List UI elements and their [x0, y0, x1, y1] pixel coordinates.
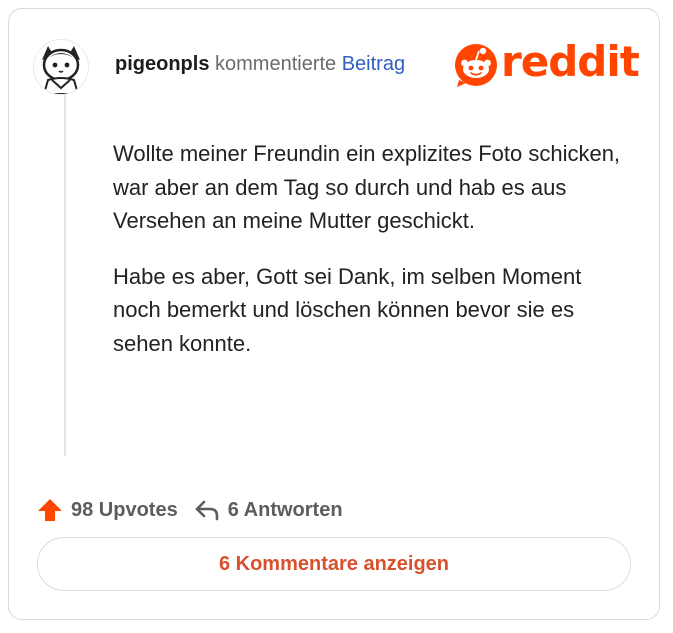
avatar-image	[34, 40, 88, 94]
upvote-count: 98 Upvotes	[71, 498, 178, 521]
comment-header: pigeonpls kommentierte Beitrag	[115, 53, 405, 76]
reddit-logo: reddit	[453, 37, 640, 91]
reply-count: 6 Antworten	[227, 498, 343, 521]
thread-line	[64, 89, 66, 456]
comment-paragraph-1: Wollte meiner Freundin ein explizites Fo…	[113, 141, 621, 233]
upvote-arrow-icon[interactable]	[37, 497, 63, 523]
show-comments-button[interactable]: 6 Kommentare anzeigen	[37, 537, 631, 591]
comment-stats: 98 Upvotes 6 Antworten	[37, 495, 343, 525]
comment-body: Wollte meiner Freundin ein explizites Fo…	[113, 137, 633, 382]
avatar[interactable]	[33, 39, 89, 95]
comment-card: pigeonpls kommentierte Beitrag reddit Wo…	[8, 8, 660, 620]
reddit-snoo-icon	[455, 44, 497, 87]
action-text: kommentierte	[209, 53, 342, 75]
post-link[interactable]: Beitrag	[342, 53, 405, 75]
comment-paragraph-2: Habe es aber, Gott sei Dank, im selben M…	[113, 263, 582, 356]
username-link[interactable]: pigeonpls	[115, 53, 209, 75]
reddit-wordmark: reddit	[501, 37, 640, 86]
reply-arrow-icon[interactable]	[194, 498, 220, 522]
